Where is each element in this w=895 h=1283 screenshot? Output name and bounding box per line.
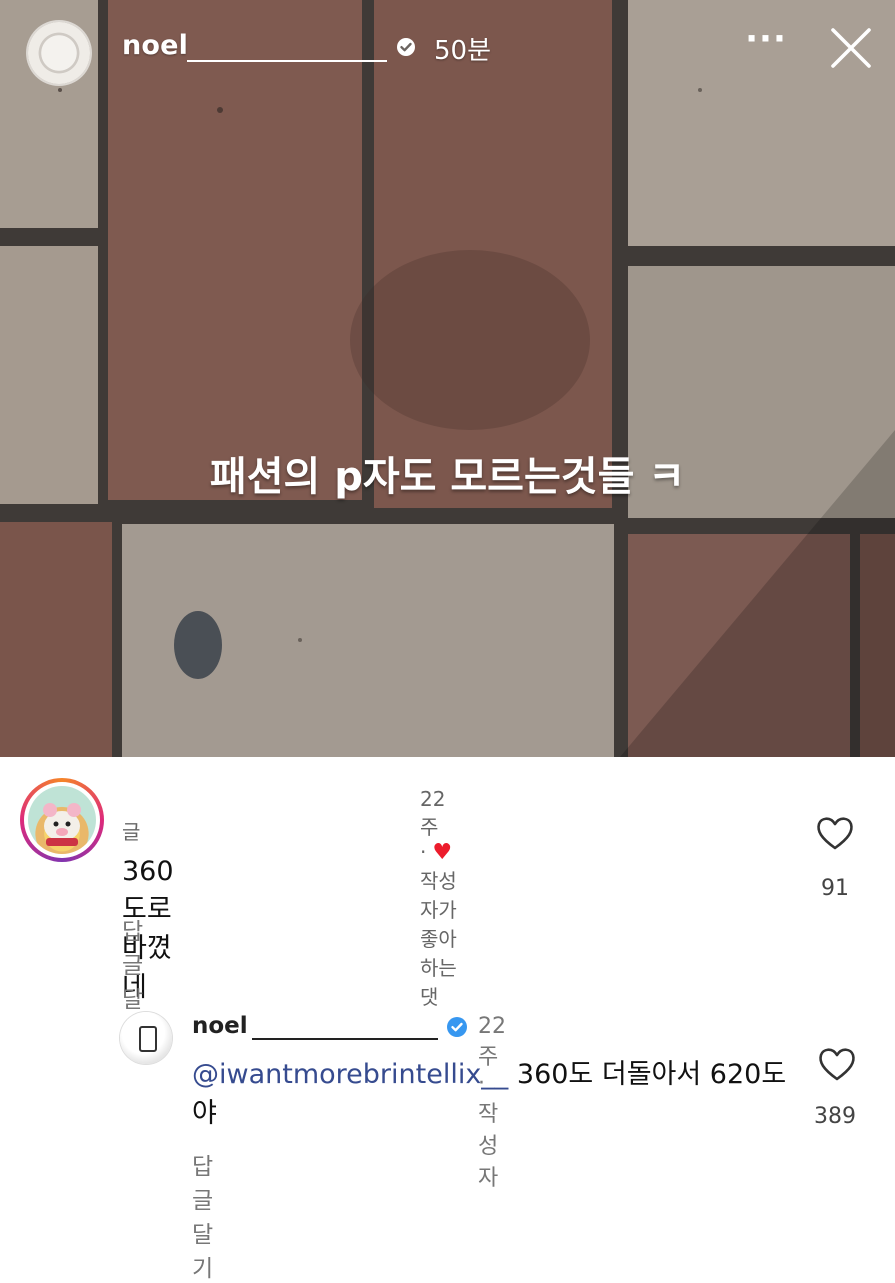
comment-text: @iwantmorebrintellix__ 360도 더돌아서 620도야 bbox=[192, 1055, 792, 1133]
author-username-underline bbox=[252, 1038, 438, 1040]
author-username[interactable]: noel bbox=[192, 1013, 248, 1039]
comment-meta: 22주 · ♥작성자가 좋아하는 댓 bbox=[420, 787, 458, 1010]
commenter-username[interactable]: 글 bbox=[122, 816, 140, 845]
verified-badge-icon bbox=[397, 38, 415, 56]
mention-link[interactable]: @iwantmorebrintellix__ bbox=[192, 1059, 508, 1090]
reply-button[interactable]: 답글 달기 bbox=[192, 1147, 213, 1283]
phone-icon bbox=[139, 1026, 157, 1052]
like-count: 389 bbox=[814, 1104, 856, 1129]
heart-filled-icon: ♥ bbox=[432, 840, 453, 865]
close-icon[interactable] bbox=[826, 23, 876, 73]
story-time: 50분 bbox=[434, 36, 492, 66]
liked-by-author-label: 작성자가 좋아하는 댓 bbox=[420, 869, 457, 1009]
avatar-image bbox=[28, 786, 96, 854]
story-avatar[interactable] bbox=[28, 22, 90, 84]
story-background-image bbox=[0, 0, 895, 757]
commenter-avatar[interactable] bbox=[20, 778, 104, 862]
story-viewer[interactable]: noel 50분 ··· 패션의 p자도 모르는것들 ㅋ bbox=[0, 0, 895, 757]
like-count: 91 bbox=[821, 876, 849, 901]
story-caption: 패션의 p자도 모르는것들 ㅋ bbox=[209, 454, 686, 500]
story-username[interactable]: noel bbox=[122, 30, 188, 61]
author-avatar[interactable] bbox=[120, 1012, 172, 1064]
heart-outline-icon[interactable] bbox=[815, 815, 855, 851]
story-username-underline bbox=[187, 60, 387, 62]
verified-badge-icon bbox=[447, 1017, 467, 1037]
heart-outline-icon[interactable] bbox=[817, 1046, 857, 1082]
more-dots-icon[interactable]: ··· bbox=[744, 22, 788, 68]
story-header: noel 50분 ··· bbox=[0, 0, 895, 100]
